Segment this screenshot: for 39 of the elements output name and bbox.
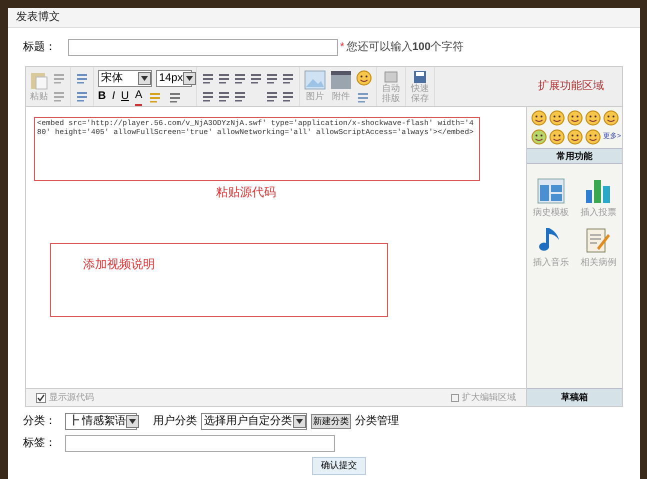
manage-link[interactable]: 分类管理 [355, 412, 399, 430]
tags-input[interactable] [65, 434, 335, 452]
smiley-icon[interactable] [567, 129, 583, 145]
checkbox[interactable] [36, 392, 46, 402]
underline-button[interactable]: U [121, 88, 129, 105]
expand-icon[interactable] [451, 394, 459, 402]
annotation-text: 扩展功能区域 [538, 78, 604, 94]
char-limit-hint: 您还可以输入100个字符 [346, 40, 464, 55]
smiley-icon[interactable] [549, 129, 565, 145]
bold-button[interactable]: B [98, 88, 106, 105]
layout-icon [536, 178, 565, 204]
font-select[interactable]: 宋体 [98, 70, 152, 86]
title-input[interactable] [68, 38, 338, 56]
new-category-button[interactable]: 新建分类 [311, 414, 351, 428]
field-label: 分类： [23, 414, 57, 429]
smiley-icon[interactable] [603, 110, 619, 126]
smiley-icon[interactable] [585, 129, 601, 145]
checkbox-label: 显示源代码 [49, 390, 94, 404]
annotation-text: 粘贴源代码 [216, 184, 277, 201]
document-pencil-icon [585, 226, 612, 254]
annotation-text: 添加视频说明 [83, 257, 155, 271]
smiley-icon[interactable] [531, 110, 547, 126]
category-select[interactable]: ┣ 情感絮语 [65, 412, 137, 430]
required-mark: * [340, 40, 344, 55]
italic-button[interactable]: I [112, 88, 116, 105]
drafts-button[interactable]: 草稿箱 [527, 388, 622, 406]
field-label: 标签： [23, 436, 57, 451]
smiley-icon[interactable] [356, 70, 372, 86]
user-category-select[interactable]: 选择用户自定分类 [201, 412, 307, 430]
smiley-icon[interactable] [567, 110, 583, 126]
field-label: 用户分类 [153, 414, 197, 429]
smiley-icon[interactable] [531, 129, 547, 145]
smiley-icon[interactable] [549, 110, 565, 126]
field-label: 标题： [23, 40, 56, 55]
smiley-icon[interactable] [585, 110, 601, 126]
submit-button[interactable]: 确认提交 [312, 457, 366, 475]
section-header: 常用功能 [527, 148, 622, 164]
window-title: 发表博文 [16, 10, 60, 26]
bar-chart-icon [584, 178, 612, 204]
